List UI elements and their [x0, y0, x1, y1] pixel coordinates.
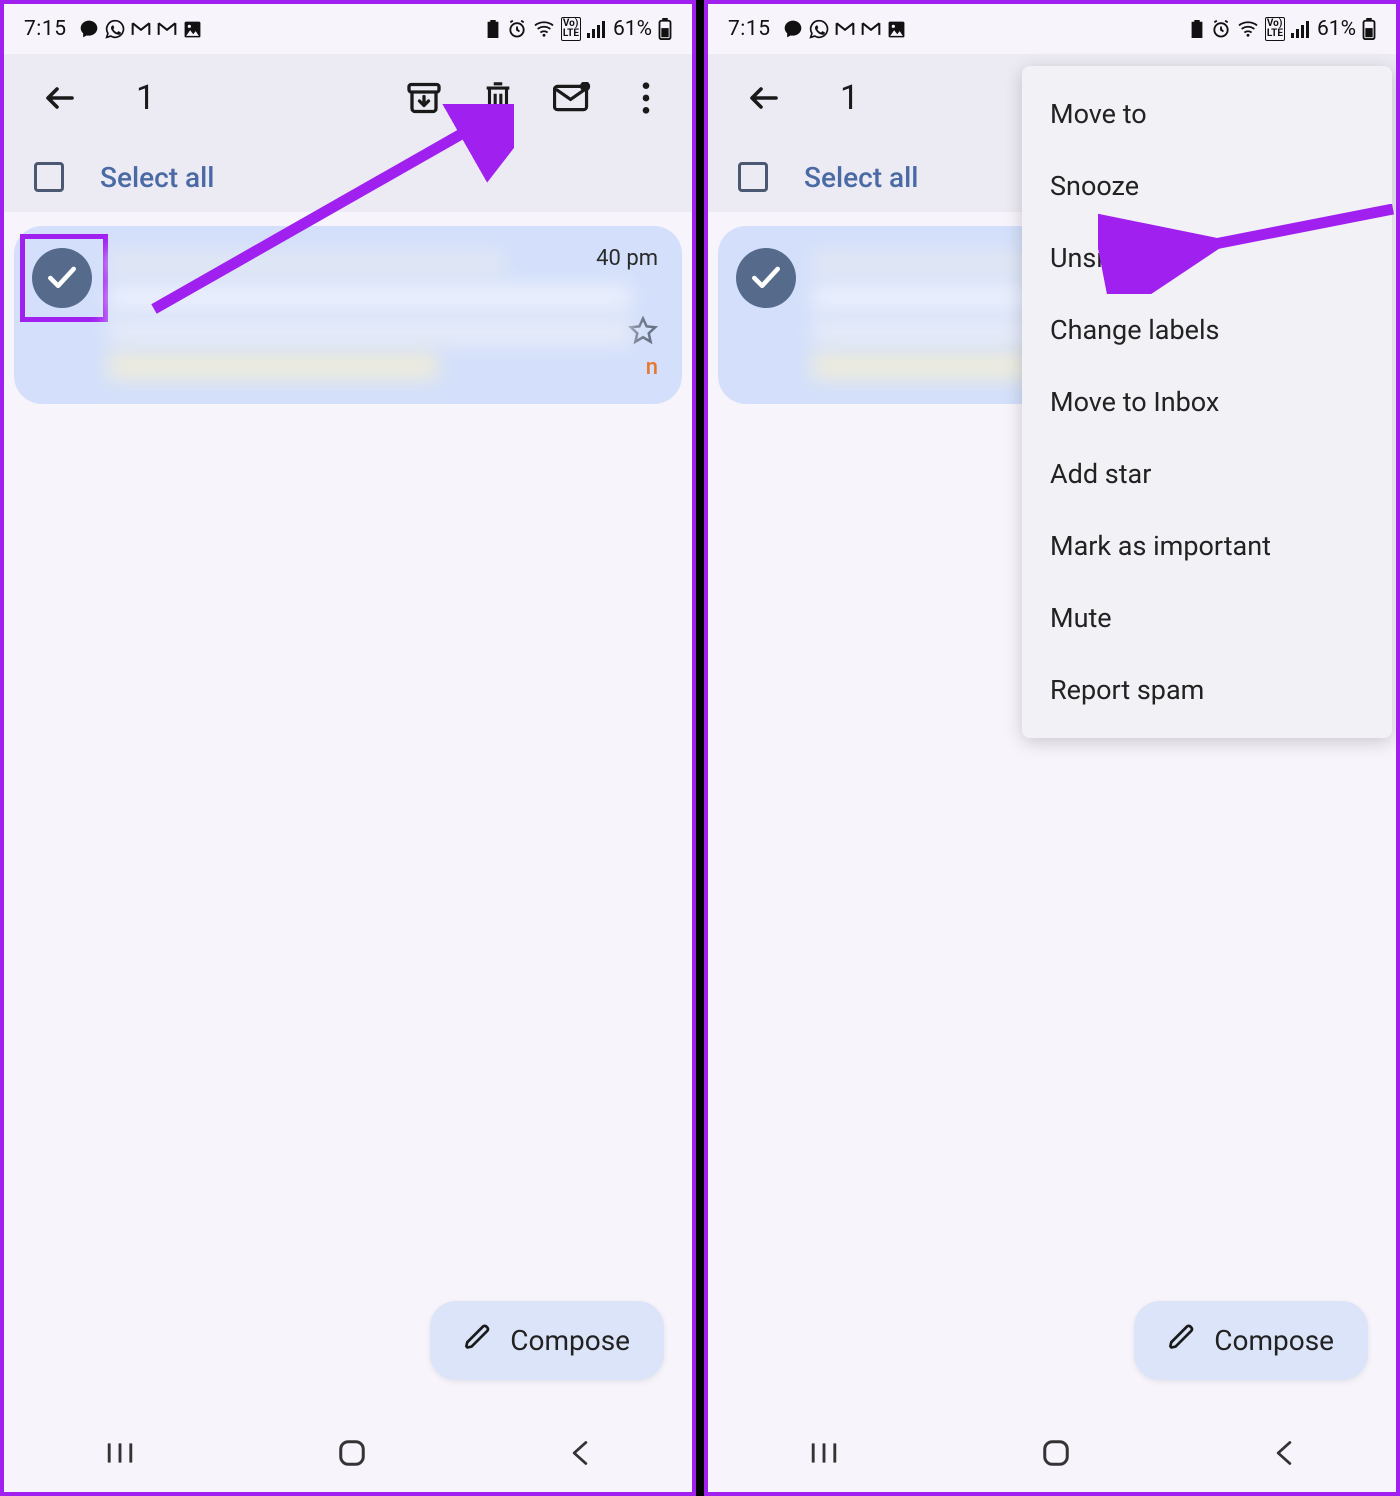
- compose-label: Compose: [1214, 1324, 1334, 1357]
- delete-button[interactable]: [466, 66, 530, 130]
- signal-icon: [1291, 20, 1311, 38]
- email-list: 40 pm n: [4, 212, 692, 404]
- menu-item-snooze[interactable]: Snooze: [1022, 150, 1392, 222]
- menu-item-change-labels[interactable]: Change labels: [1022, 294, 1392, 366]
- status-right: Vo)LTE 61%: [485, 17, 672, 41]
- blurred-snippet-2: [108, 352, 438, 380]
- chat-bubble-icon: [783, 19, 803, 39]
- inbox-body: 40 pm n: [4, 212, 692, 1417]
- battery-saver-icon: [1189, 20, 1205, 38]
- wifi-icon: [533, 20, 555, 38]
- select-all-checkbox[interactable]: [34, 162, 64, 192]
- back-button[interactable]: [28, 66, 92, 130]
- select-all-label[interactable]: Select all: [804, 161, 918, 194]
- pencil-icon: [1168, 1323, 1196, 1358]
- menu-item-move-to-inbox[interactable]: Move to Inbox: [1022, 366, 1392, 438]
- selection-check-avatar[interactable]: [32, 248, 92, 308]
- back-button[interactable]: [732, 66, 796, 130]
- battery-icon: [658, 18, 672, 40]
- nav-home-button[interactable]: [1041, 1438, 1071, 1472]
- archive-button[interactable]: [392, 66, 456, 130]
- blurred-sender: [108, 250, 504, 278]
- compose-button[interactable]: Compose: [1134, 1301, 1368, 1380]
- gmail-m-icon-2: [861, 21, 881, 37]
- blurred-subject: [108, 284, 631, 312]
- volte-icon: Vo)LTE: [1265, 17, 1285, 41]
- android-nav-bar: [4, 1417, 692, 1492]
- compose-label: Compose: [510, 1324, 630, 1357]
- orange-text-fragment: n: [646, 355, 658, 380]
- nav-back-button[interactable]: [569, 1439, 591, 1471]
- phone-screen-left: 7:15: [0, 0, 696, 1496]
- battery-percent: 61%: [1317, 17, 1356, 41]
- nav-recents-button[interactable]: [809, 1441, 839, 1469]
- battery-icon: [1362, 18, 1376, 40]
- menu-item-add-star[interactable]: Add star: [1022, 438, 1392, 510]
- alarm-icon: [507, 19, 527, 39]
- selected-count: 1: [136, 78, 382, 118]
- battery-saver-icon: [485, 20, 501, 38]
- screen-divider: [696, 0, 704, 1496]
- mark-unread-button[interactable]: [540, 66, 604, 130]
- status-time: 7:15: [728, 17, 771, 41]
- select-all-row: Select all: [4, 142, 692, 212]
- email-item-selected[interactable]: 40 pm n: [14, 226, 682, 404]
- blurred-snippet-2: [812, 352, 1032, 380]
- menu-item-report-spam[interactable]: Report spam: [1022, 654, 1392, 726]
- android-nav-bar: [708, 1417, 1396, 1492]
- photo-icon: [183, 20, 202, 39]
- status-left: 7:15: [24, 17, 202, 41]
- menu-item-mark-important[interactable]: Mark as important: [1022, 510, 1392, 582]
- volte-icon: Vo)LTE: [561, 17, 581, 41]
- nav-recents-button[interactable]: [105, 1441, 135, 1469]
- whatsapp-icon: [809, 19, 829, 39]
- phone-screen-right: 7:15 Vo)LTE 61% 1 Select all: [704, 0, 1400, 1496]
- chat-bubble-icon: [79, 19, 99, 39]
- app-bar: 1: [4, 54, 692, 142]
- status-bar: 7:15 Vo)LTE 61%: [708, 4, 1396, 54]
- whatsapp-icon: [105, 19, 125, 39]
- pencil-icon: [464, 1323, 492, 1358]
- status-left: 7:15: [728, 17, 906, 41]
- alarm-icon: [1211, 19, 1231, 39]
- photo-icon: [887, 20, 906, 39]
- status-right: Vo)LTE 61%: [1189, 17, 1376, 41]
- email-content: 40 pm n: [108, 244, 658, 386]
- star-icon[interactable]: [628, 316, 658, 350]
- signal-icon: [587, 20, 607, 38]
- select-all-label[interactable]: Select all: [100, 161, 214, 194]
- wifi-icon: [1237, 20, 1259, 38]
- email-time: 40 pm: [596, 246, 658, 271]
- nav-home-button[interactable]: [337, 1438, 367, 1472]
- overflow-menu-button[interactable]: [614, 66, 678, 130]
- nav-back-button[interactable]: [1273, 1439, 1295, 1471]
- menu-item-mute[interactable]: Mute: [1022, 582, 1392, 654]
- gmail-m-icon-2: [157, 21, 177, 37]
- selection-check-avatar[interactable]: [736, 248, 796, 308]
- gmail-m-icon: [131, 21, 151, 37]
- status-time: 7:15: [24, 17, 67, 41]
- menu-item-unsnooze[interactable]: Unsnooze: [1022, 222, 1392, 294]
- menu-item-move-to[interactable]: Move to: [1022, 78, 1392, 150]
- overflow-menu: Move to Snooze Unsnooze Change labels Mo…: [1022, 66, 1392, 738]
- select-all-checkbox[interactable]: [738, 162, 768, 192]
- battery-percent: 61%: [613, 17, 652, 41]
- blurred-snippet: [108, 318, 631, 346]
- status-bar: 7:15: [4, 4, 692, 54]
- compose-button[interactable]: Compose: [430, 1301, 664, 1380]
- gmail-m-icon: [835, 21, 855, 37]
